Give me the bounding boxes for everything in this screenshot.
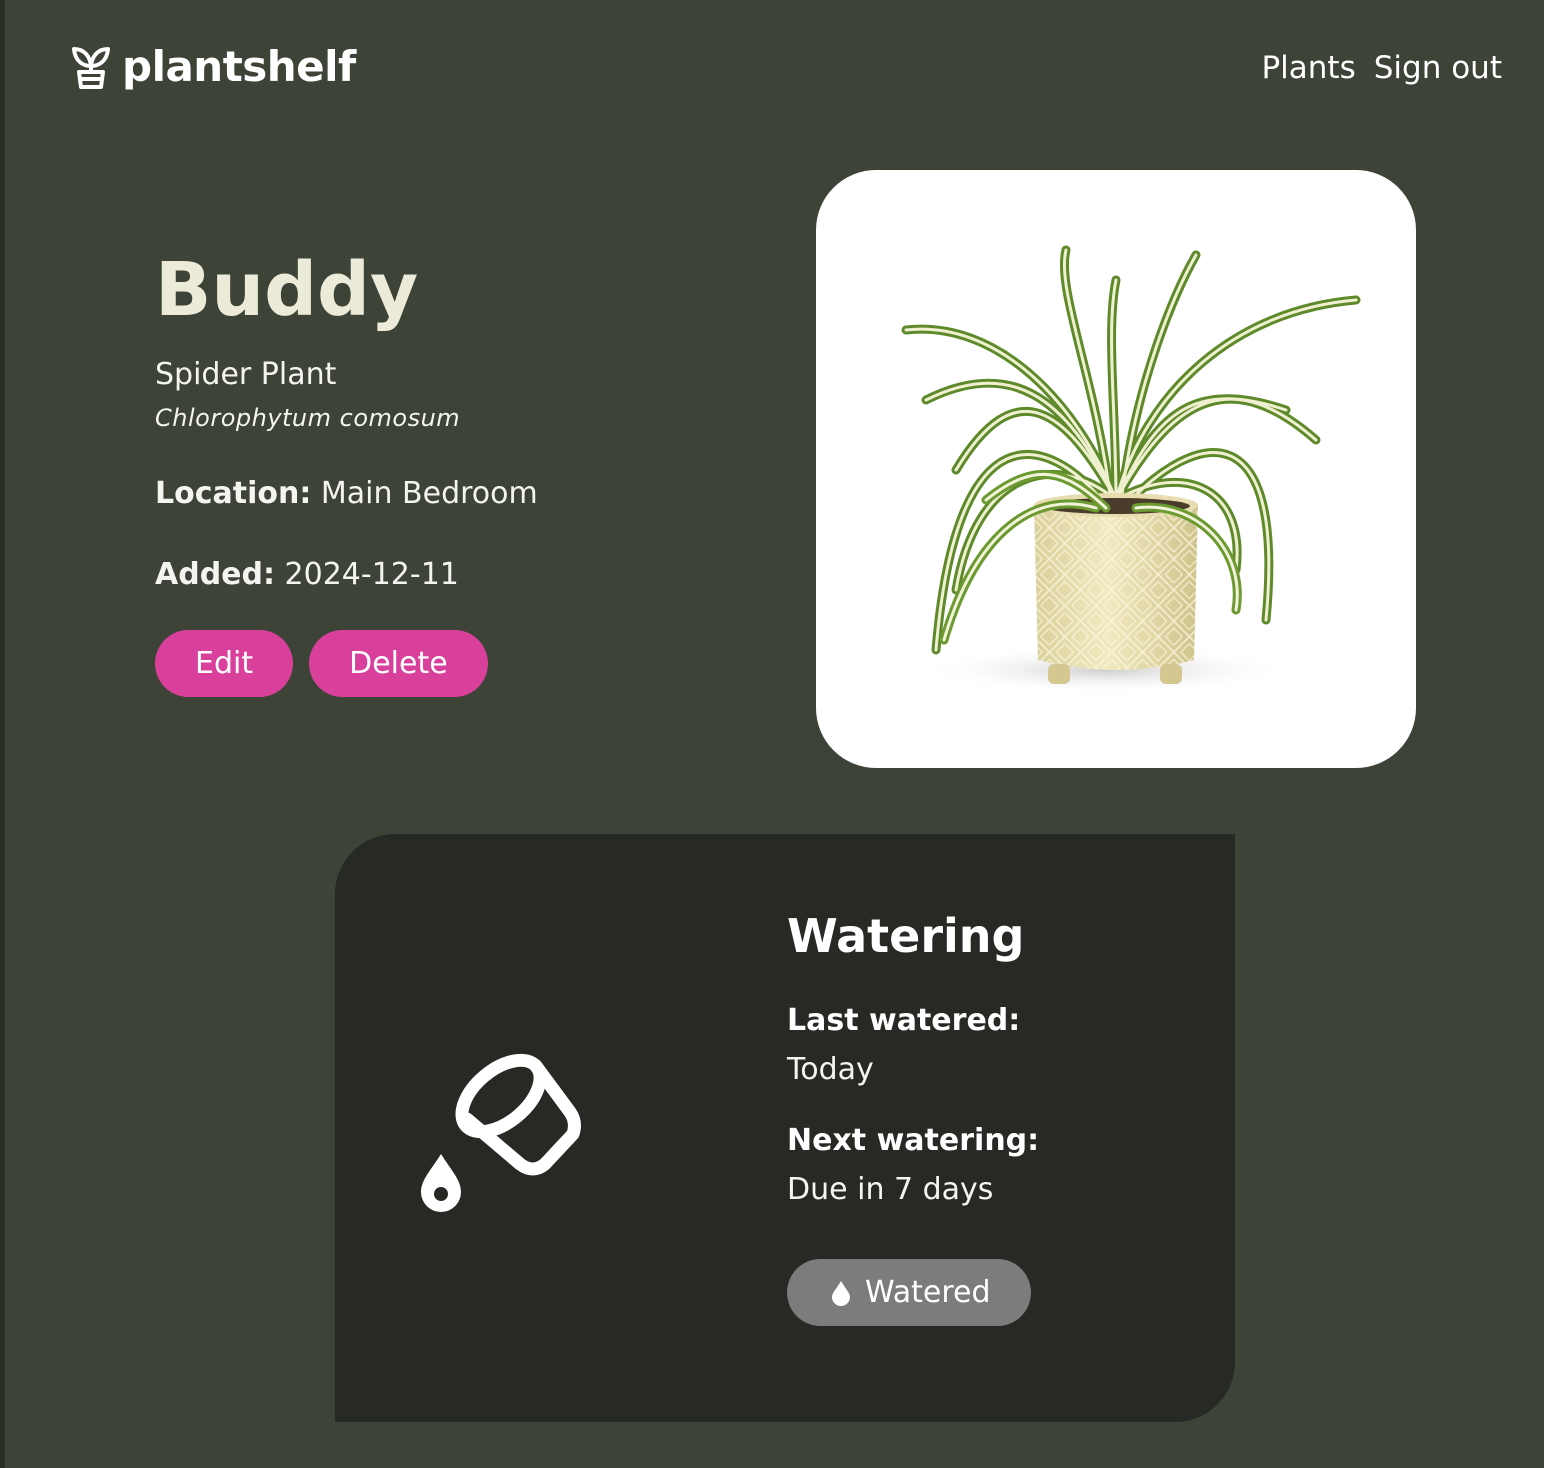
edit-button[interactable]: Edit (155, 630, 294, 698)
plant-name-title: Buddy (155, 247, 419, 333)
watering-title: Watering (787, 909, 1025, 963)
plant-common-name: Spider Plant (155, 357, 337, 393)
next-watering-label: Next watering: (787, 1123, 1040, 1158)
plant-photo (816, 170, 1416, 768)
location-row: Location: Main Bedroom (155, 476, 715, 511)
watered-button[interactable]: Watered (787, 1259, 1031, 1326)
watering-pot-pouring-icon (421, 1053, 581, 1212)
top-header: plantshelf Plants Sign out (0, 0, 1544, 140)
location-value: Main Bedroom (320, 476, 538, 512)
plant-scientific-name: Chlorophytum comosum (155, 404, 461, 433)
last-watered-value: Today (787, 1052, 874, 1087)
water-drop-icon (832, 1280, 850, 1306)
watering-panel: Watering Last watered: Today Next wateri… (335, 834, 1235, 1422)
plant-illustration (901, 245, 1361, 694)
brand-name: plantshelf (122, 42, 356, 91)
plant-details: Buddy Spider Plant Chlorophytum comosum … (155, 247, 715, 698)
watered-button-label: Watered (865, 1275, 991, 1310)
delete-button[interactable]: Delete (309, 630, 488, 698)
plant-actions: Edit Delete (155, 630, 715, 698)
window-left-edge (0, 0, 5, 1468)
last-watered-label: Last watered: (787, 1003, 1021, 1038)
location-label: Location: (155, 476, 312, 512)
sprout-pot-icon (72, 47, 110, 89)
added-row: Added: 2024-12-11 (155, 557, 715, 592)
main-nav: Plants Sign out (1261, 50, 1502, 86)
brand-logo[interactable]: plantshelf (70, 44, 356, 90)
watering-info: Watering Last watered: Today Next wateri… (787, 909, 1207, 1326)
added-value: 2024-12-11 (284, 557, 459, 593)
nav-signout-link[interactable]: Sign out (1374, 50, 1502, 86)
added-label: Added: (155, 557, 275, 593)
next-watering-value: Due in 7 days (787, 1172, 994, 1207)
nav-plants-link[interactable]: Plants (1261, 50, 1355, 86)
